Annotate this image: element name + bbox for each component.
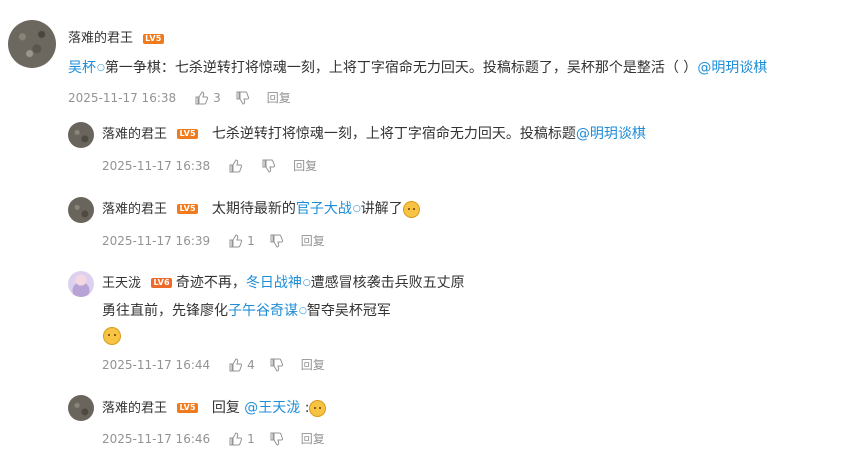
cat-emoji-icon — [402, 200, 420, 218]
reply-meta: 2025-11-17 16:39 1 回复 — [102, 232, 325, 249]
topic-link[interactable]: 吴杯 — [68, 60, 96, 76]
avatar[interactable] — [68, 122, 94, 148]
topic-link[interactable]: 子午谷奇谋 — [228, 303, 298, 319]
level-badge: LV5 — [177, 204, 198, 214]
reply-meta: 2025-11-17 16:44 4 回复 — [102, 356, 325, 373]
mention-link[interactable]: @明玥谈棋 — [576, 126, 646, 142]
doge-emoji-icon — [103, 325, 121, 345]
timestamp: 2025-11-17 16:46 — [102, 431, 211, 446]
username[interactable]: 落难的君王 — [102, 127, 167, 142]
dislike-button[interactable] — [261, 159, 276, 173]
thumbs-up-icon — [229, 357, 243, 371]
comment-text: 吴杯○第一争棋：七杀逆转打将惊魂一刻，上将丁字宿命无力回天。投稿标题了，吴杯那个… — [68, 60, 768, 76]
topic-link[interactable]: 冬日战神 — [246, 275, 302, 291]
reply-button[interactable]: 回复 — [293, 157, 317, 174]
like-count: 1 — [247, 431, 255, 446]
like-count: 3 — [213, 90, 221, 105]
like-button[interactable]: 1 — [228, 432, 269, 446]
avatar[interactable] — [68, 271, 94, 297]
thumbs-up-icon — [229, 158, 243, 172]
topic-link[interactable]: 官子大战 — [296, 201, 352, 217]
mention-link[interactable]: @王天泷 — [244, 400, 300, 416]
username[interactable]: 落难的君王 — [102, 401, 167, 416]
reply-button[interactable]: 回复 — [301, 232, 325, 249]
username[interactable]: 王天泷 — [102, 276, 141, 291]
mention-link[interactable]: @明玥谈棋 — [697, 60, 767, 76]
reply-line: 落难的君王 LV5 七杀逆转打将惊魂一刻，上将丁字宿命无力回天。投稿标题@明玥谈棋 — [102, 126, 646, 142]
doge-emoji-icon — [309, 399, 327, 417]
level-badge: LV5 — [143, 33, 164, 44]
like-button[interactable]: 3 — [194, 91, 235, 105]
thumbs-up-icon — [229, 431, 243, 445]
like-button[interactable] — [228, 158, 261, 173]
level-badge: LV5 — [177, 403, 198, 413]
search-icon: ○ — [299, 306, 307, 316]
reply-meta: 2025-11-17 16:38 回复 — [102, 157, 317, 174]
dislike-button[interactable] — [235, 91, 249, 105]
thumbs-down-icon — [236, 91, 249, 105]
avatar[interactable] — [68, 395, 94, 421]
username[interactable]: 落难的君王 — [102, 202, 167, 217]
level-badge: LV5 — [177, 129, 198, 139]
search-icon: ○ — [302, 278, 311, 288]
reply-line: 王天泷 LV6 奇迹不再，冬日战神○遭感冒核袭击兵败五丈原 — [102, 275, 465, 291]
thumbs-up-icon — [195, 90, 209, 104]
username[interactable]: 落难的君王 — [68, 31, 133, 46]
search-icon: ○ — [97, 63, 105, 73]
avatar[interactable] — [68, 197, 94, 223]
thumbs-up-icon — [229, 233, 243, 247]
search-icon: ○ — [352, 204, 361, 214]
like-count: 4 — [247, 357, 255, 372]
reply-line: 落难的君王 LV5 回复 @王天泷 : — [102, 398, 327, 419]
thumbs-down-icon — [270, 432, 283, 446]
dislike-button[interactable] — [269, 234, 283, 248]
like-count: 1 — [247, 233, 255, 248]
comment-author[interactable]: 落难的君王 LV5 — [68, 27, 164, 46]
reply-button[interactable]: 回复 — [267, 89, 291, 106]
avatar[interactable] — [8, 20, 56, 68]
timestamp: 2025-11-17 16:44 — [102, 357, 211, 372]
reply-button[interactable]: 回复 — [301, 356, 325, 373]
thumbs-down-icon — [270, 234, 283, 248]
dislike-button[interactable] — [269, 432, 283, 446]
thumbs-down-icon — [270, 358, 283, 372]
dislike-button[interactable] — [269, 358, 283, 372]
reply-button[interactable]: 回复 — [301, 430, 325, 447]
timestamp: 2025-11-17 16:39 — [102, 233, 211, 248]
thumbs-down-icon — [262, 159, 276, 173]
level-badge: LV6 — [151, 278, 172, 288]
reply-meta: 2025-11-17 16:46 1 回复 — [102, 430, 325, 447]
reply-line: 落难的君王 LV5 太期待最新的官子大战○讲解了 — [102, 199, 420, 220]
like-button[interactable]: 4 — [228, 358, 269, 372]
comment-meta: 2025-11-17 16:38 3 回复 — [68, 89, 291, 106]
timestamp: 2025-11-17 16:38 — [102, 158, 211, 173]
reply-line-2: 勇往直前，先锋廖化子午谷奇谋○智夺吴杯冠军 — [102, 303, 391, 319]
like-button[interactable]: 1 — [228, 234, 269, 248]
timestamp: 2025-11-17 16:38 — [68, 90, 177, 105]
